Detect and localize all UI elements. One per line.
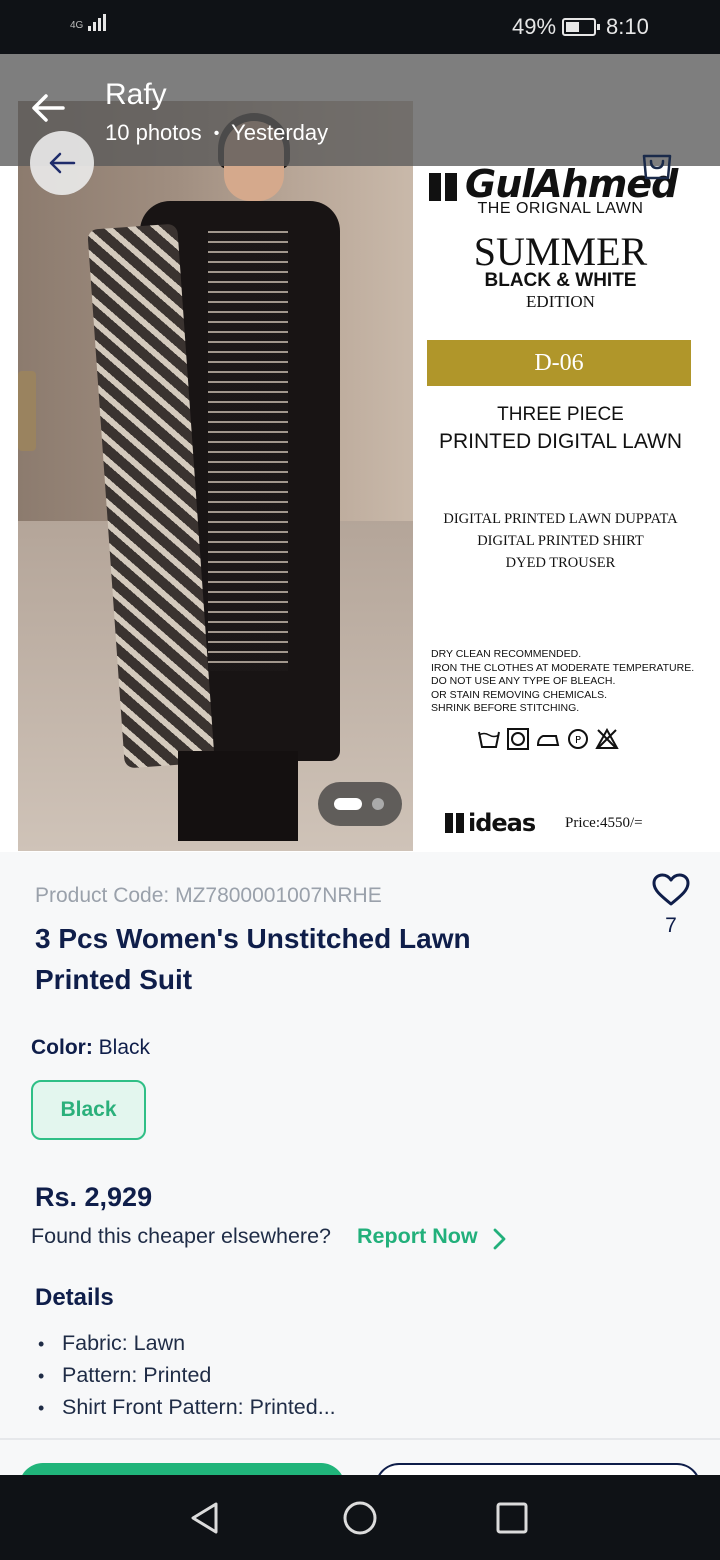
care-line: IRON THE CLOTHES AT MODERATE TEMPERATURE… (431, 661, 695, 674)
flyer-collection: SUMMER (473, 229, 648, 274)
care-instructions: DRY CLEAN RECOMMENDED. IRON THE CLOTHES … (431, 648, 711, 716)
battery-icon (562, 18, 600, 36)
flyer-piece-count: THREE PIECE (497, 404, 624, 425)
photo-count: 10 photos (105, 120, 202, 145)
chevron-right-icon[interactable] (490, 1226, 508, 1252)
carousel-indicator[interactable] (318, 782, 402, 826)
product-flyer: GulAhmed THE ORIGNAL LAWN SUMMER BLACK &… (413, 154, 720, 852)
detail-item: Pattern: Printed (38, 1360, 336, 1392)
tumble-dry-icon (507, 728, 529, 750)
care-line: DO NOT USE ANY TYPE OF BLEACH. (431, 675, 616, 687)
detail-item: Fabric: Lawn (38, 1328, 336, 1360)
battery-percent: 49% (512, 14, 557, 39)
flyer-tagline: THE ORIGNAL LAWN (477, 200, 644, 217)
no-bleach-icon (595, 728, 619, 749)
design-code-banner: D-06 (427, 340, 691, 386)
signal-icon: 4G (70, 14, 107, 31)
arrow-left-icon (49, 152, 76, 174)
triangle-back-icon[interactable] (188, 1501, 222, 1535)
flyer-price: Price:4550/= (565, 815, 643, 831)
wishlist-button[interactable]: 7 (648, 873, 694, 938)
flyer-fabric-line: PRINTED DIGITAL LAWN (438, 430, 683, 453)
flyer-contents: DIGITAL PRINTED LAWN DUPPATA DIGITAL PRI… (413, 508, 708, 574)
care-symbols: P (477, 728, 619, 750)
circle-home-icon[interactable] (343, 1501, 377, 1535)
arrow-left-icon[interactable] (30, 90, 66, 126)
clock: 8:10 (606, 14, 649, 39)
gallery-meta: 10 photos • Yesterday (105, 120, 328, 146)
color-selection-label: Color: Black (31, 1036, 150, 1060)
back-button[interactable] (30, 131, 94, 195)
wash-icon (478, 731, 500, 748)
status-bar: 4G 49% 8:10 (0, 0, 720, 54)
sender-name: Rafy (105, 78, 167, 111)
color-value: Black (98, 1036, 151, 1059)
shopping-bag-icon[interactable] (640, 146, 674, 180)
model-photo (18, 101, 413, 851)
network-type: 4G (70, 20, 84, 31)
flyer-content-item: DIGITAL PRINTED SHIRT (477, 533, 644, 549)
system-nav-bar (0, 1475, 720, 1560)
meta-separator: • (213, 125, 220, 142)
carousel-dot (372, 798, 384, 810)
dry-clean-icon: P (568, 729, 588, 749)
flyer-content-item: DIGITAL PRINTED LAWN DUPPATA (443, 511, 678, 527)
store-logo: ideas (445, 809, 536, 837)
report-now-link[interactable]: Report Now (357, 1224, 478, 1249)
wishlist-count: 7 (665, 914, 677, 937)
photo-date: Yesterday (231, 120, 329, 145)
gallery-header: Rafy 10 photos • Yesterday (0, 54, 720, 166)
details-list: Fabric: Lawn Pattern: Printed Shirt Fron… (38, 1328, 336, 1424)
flyer-edition: EDITION (526, 292, 595, 311)
cheaper-prompt: Found this cheaper elsewhere? (31, 1224, 331, 1248)
detail-item: Shirt Front Pattern: Printed... (38, 1392, 336, 1424)
care-line: DRY CLEAN RECOMMENDED. (431, 648, 582, 660)
svg-text:P: P (575, 735, 581, 746)
heart-outline-icon (652, 873, 690, 906)
product-price: Rs. 2,929 (35, 1182, 153, 1212)
product-title: 3 Pcs Women's Unstitched Lawn Printed Su… (35, 923, 471, 995)
details-heading: Details (35, 1284, 114, 1311)
flyer-content-item: DYED TROUSER (505, 555, 616, 571)
color-option-black[interactable]: Black (31, 1080, 146, 1140)
product-image-carousel[interactable]: GulAhmed THE ORIGNAL LAWN SUMMER BLACK &… (0, 54, 720, 852)
care-line: OR STAIN REMOVING CHEMICALS. (431, 688, 607, 701)
carousel-dot-active (334, 798, 362, 810)
divider (0, 1438, 720, 1440)
care-line: SHRINK BEFORE STITCHING. (431, 702, 580, 714)
square-recents-icon[interactable] (495, 1501, 529, 1535)
product-code: Product Code: MZ7800001007NRHE (35, 884, 382, 907)
flyer-subtitle: BLACK & WHITE (484, 270, 637, 291)
iron-icon (536, 735, 560, 746)
color-label: Color: (31, 1036, 93, 1059)
